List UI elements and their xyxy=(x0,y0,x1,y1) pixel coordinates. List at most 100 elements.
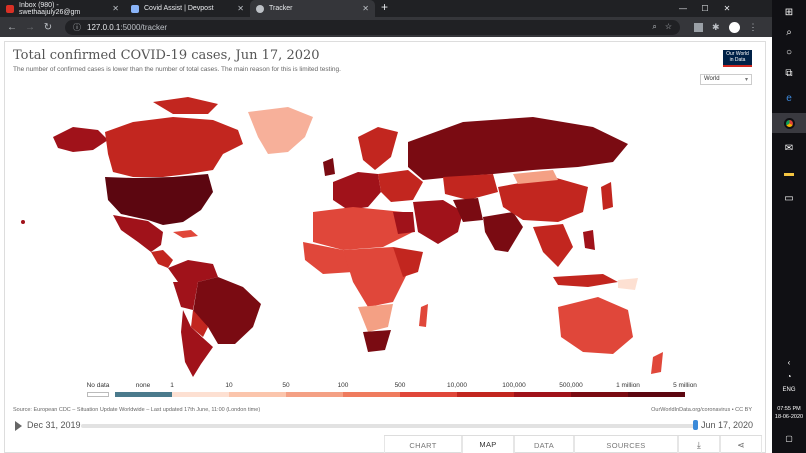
notifications-icon[interactable]: ▢ xyxy=(772,428,806,448)
legend-swatch xyxy=(457,392,514,397)
download-icon[interactable]: ⤓ xyxy=(678,436,720,453)
region-southern-africa[interactable] xyxy=(358,304,393,332)
back-icon[interactable]: ← xyxy=(5,22,19,33)
region-madagascar[interactable] xyxy=(419,304,428,327)
region-colombia-venezuela[interactable] xyxy=(168,260,218,282)
clock[interactable]: 07:55 PM 18-06-2020 xyxy=(772,405,806,421)
play-icon[interactable] xyxy=(15,421,22,431)
region-kazakhstan[interactable] xyxy=(443,174,498,200)
timeline-track[interactable] xyxy=(81,424,697,428)
close-window-icon[interactable]: ✕ xyxy=(716,0,738,17)
terminal-icon[interactable]: ▭ xyxy=(772,188,806,208)
region-alaska[interactable] xyxy=(53,127,108,152)
legend-label: none xyxy=(135,382,151,389)
language-indicator[interactable]: ENG xyxy=(772,380,806,400)
region-indonesia[interactable] xyxy=(553,274,618,287)
gmail-icon xyxy=(6,4,14,13)
tab-devpost[interactable]: Covid Assist | Devpost ✕ xyxy=(125,0,250,17)
legend-label: 500 xyxy=(394,382,406,389)
info-icon[interactable]: ⓘ xyxy=(73,22,81,33)
chart-title: Total confirmed COVID-19 cases, Jun 17, … xyxy=(13,48,320,63)
region-hawaii[interactable] xyxy=(21,220,25,224)
search-icon[interactable]: ⌕ xyxy=(652,22,656,32)
windows-start-icon[interactable]: ⊞ xyxy=(772,2,806,22)
region-caribbean[interactable] xyxy=(173,230,198,238)
legend-label: 100,000 xyxy=(502,382,526,389)
region-canada[interactable] xyxy=(105,117,243,177)
forward-icon[interactable]: → xyxy=(23,22,37,33)
tab-map[interactable]: MAP xyxy=(462,436,514,453)
address-bar[interactable]: ⓘ 127.0.0.1:5000/tracker ⌕ ☆ xyxy=(65,19,680,35)
region-india[interactable] xyxy=(483,212,523,252)
region-new-zealand[interactable] xyxy=(651,352,663,374)
extension-icon[interactable] xyxy=(694,22,703,32)
file-explorer-icon[interactable]: ▬ xyxy=(772,163,806,183)
tab-strip: Inbox (980) - swethaajuly26@gm ✕ Covid A… xyxy=(0,0,772,17)
region-south-africa[interactable] xyxy=(363,330,391,352)
owid-logo[interactable]: Our World in Data xyxy=(723,50,752,67)
region-europe-east[interactable] xyxy=(378,170,423,202)
region-japan[interactable] xyxy=(601,182,613,210)
legend-swatch xyxy=(628,392,685,397)
chart-subtitle: The number of confirmed cases is lower t… xyxy=(13,66,341,73)
tab-data[interactable]: DATA xyxy=(514,436,574,453)
windows-taskbar: ⊞ ⌕ ○ ⧉ e ✉ ▬ ▭ ‹ ◔ ENG 07:55 PM 18-06-2… xyxy=(772,0,806,453)
search-icon[interactable]: ⌕ xyxy=(772,22,806,42)
legend-swatch xyxy=(343,392,400,397)
legend-swatch xyxy=(229,392,286,397)
region-russia[interactable] xyxy=(408,117,628,180)
devpost-icon xyxy=(131,4,139,13)
close-icon[interactable]: ✕ xyxy=(362,4,369,13)
legend-no-data-label: No data xyxy=(86,382,110,389)
clock-time: 07:55 PM xyxy=(777,406,801,412)
timeline-handle[interactable] xyxy=(693,420,698,430)
task-view-icon[interactable]: ⧉ xyxy=(772,63,806,83)
region-scandinavia[interactable] xyxy=(358,127,398,170)
tab-tracker[interactable]: Tracker ✕ xyxy=(250,0,375,17)
tab-title: Inbox (980) - swethaajuly26@gm xyxy=(19,1,81,16)
region-greenland[interactable] xyxy=(248,107,313,154)
legend-swatch xyxy=(286,392,343,397)
new-tab-button[interactable]: + xyxy=(375,0,394,17)
tab-gmail[interactable]: Inbox (980) - swethaajuly26@gm ✕ xyxy=(0,0,125,17)
region-canada-islands[interactable] xyxy=(153,97,218,114)
avatar[interactable] xyxy=(728,21,740,33)
source-link[interactable]: OurWorldInData.org/coronavirus • CC BY xyxy=(651,407,752,413)
clock-date: 18-06-2020 xyxy=(774,414,804,420)
region-europe-west[interactable] xyxy=(333,172,381,210)
menu-icon[interactable]: ⋮ xyxy=(749,22,758,33)
maximize-icon[interactable]: ☐ xyxy=(694,0,716,17)
world-map[interactable] xyxy=(13,82,753,380)
minimize-icon[interactable]: — xyxy=(672,0,694,17)
legend-swatch xyxy=(571,392,628,397)
close-icon[interactable]: ✕ xyxy=(237,4,244,13)
tab-title: Covid Assist | Devpost xyxy=(144,5,214,12)
tab-chart[interactable]: CHART xyxy=(384,436,462,453)
source-text: Source: European CDC – Situation Update … xyxy=(13,407,261,413)
tab-title: Tracker xyxy=(269,5,293,12)
legend-swatch xyxy=(172,392,229,397)
close-icon[interactable]: ✕ xyxy=(112,4,119,13)
url-path: :5000/tracker xyxy=(120,22,168,32)
chrome-icon[interactable] xyxy=(772,113,806,133)
region-australia[interactable] xyxy=(558,297,633,354)
window-controls: — ☐ ✕ xyxy=(672,0,738,17)
globe-icon xyxy=(256,4,264,13)
share-icon[interactable]: ⋖ xyxy=(720,436,762,453)
legend-swatch xyxy=(400,392,457,397)
region-middle-east[interactable] xyxy=(413,200,463,244)
edge-icon[interactable]: e xyxy=(772,88,806,108)
extensions: ✱ ⋮ xyxy=(694,21,758,33)
region-uk[interactable] xyxy=(323,158,335,176)
region-philippines[interactable] xyxy=(583,230,595,250)
region-central-america[interactable] xyxy=(151,250,173,268)
puzzle-icon[interactable]: ✱ xyxy=(712,22,720,33)
region-papua[interactable] xyxy=(618,278,638,290)
reload-icon[interactable]: ↻ xyxy=(41,22,55,33)
star-icon[interactable]: ☆ xyxy=(665,22,672,32)
mail-icon[interactable]: ✉ xyxy=(772,138,806,158)
cortana-icon[interactable]: ○ xyxy=(772,42,806,62)
region-southeast-asia[interactable] xyxy=(533,224,573,267)
screen: Inbox (980) - swethaajuly26@gm ✕ Covid A… xyxy=(0,0,806,453)
tab-sources[interactable]: SOURCES xyxy=(574,436,678,453)
